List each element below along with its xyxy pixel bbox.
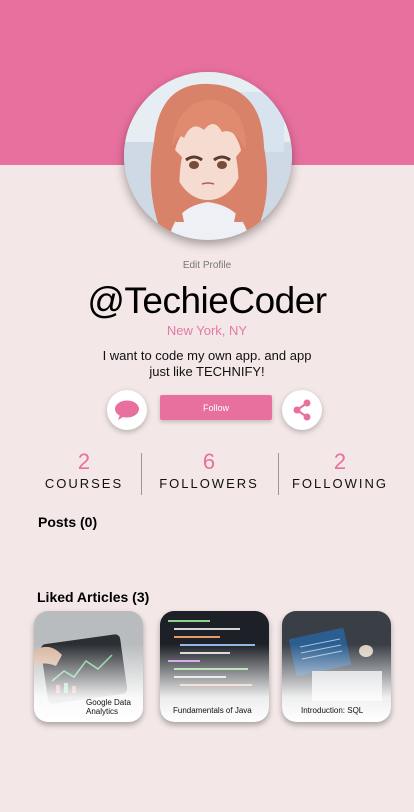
stat-courses-label: COURSES [44,476,124,491]
bio: I want to code my own app. and app just … [102,348,312,379]
message-button[interactable] [107,390,147,430]
stat-followers[interactable]: 6 FOLLOWERS [156,449,262,492]
stat-courses[interactable]: 2 COURSES [40,449,128,492]
share-icon [293,399,311,421]
article-card-google-data-analytics[interactable]: Google Data Analytics [34,611,143,722]
chat-bubble-icon [115,400,139,420]
stat-following-value: 2 [333,449,347,474]
article-title: Introduction: SQL [301,706,364,715]
profile-avatar[interactable] [124,72,292,240]
avatar-illustration [124,72,292,240]
liked-articles-title: Liked Articles (3) [37,589,150,605]
posts-section-title: Posts (0) [38,514,98,530]
stats-divider [141,453,142,495]
follow-button[interactable]: Follow [160,395,272,420]
article-title: Fundamentals of Java [173,706,252,715]
article-card-introduction-sql[interactable]: Introduction: SQL [282,611,391,722]
stat-following[interactable]: 2 FOLLOWING [288,449,392,492]
stats-divider [278,453,279,495]
stat-followers-value: 6 [202,449,216,474]
stat-courses-value: 2 [77,449,91,474]
article-title: Google Data Analytics [86,698,131,716]
location: New York, NY [166,323,248,338]
stat-following-label: FOLLOWING [291,476,388,491]
edit-profile-link[interactable]: Edit Profile [0,260,414,271]
stats-bar: 2 COURSES 6 FOLLOWERS 2 FOLLOWING [0,450,414,495]
share-button[interactable] [282,390,322,430]
stat-followers-label: FOLLOWERS [159,476,259,491]
username: @TechieCoder [87,280,327,321]
article-card-fundamentals-of-java[interactable]: Fundamentals of Java [160,611,269,722]
